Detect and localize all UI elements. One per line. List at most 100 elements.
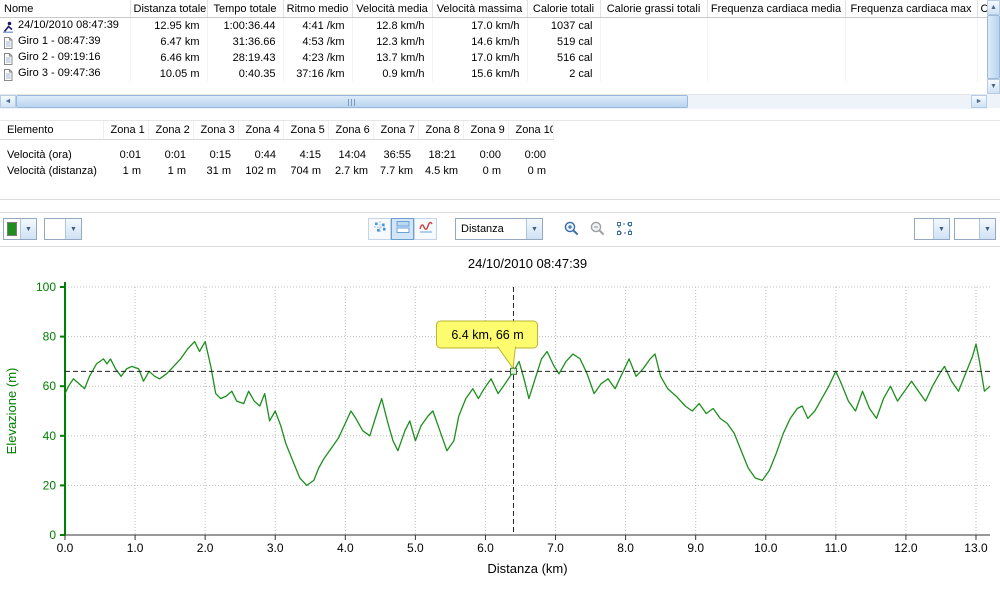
x-tick-label: 5.0 (407, 541, 424, 555)
activity-cell: 13.7 km/h (352, 50, 433, 66)
activity-cell (977, 50, 987, 66)
x-axis-select[interactable]: Distanza ▼ (455, 218, 543, 240)
zone-column-header[interactable]: Zona 4 (238, 121, 284, 140)
zone-column-header[interactable]: Zona 8 (418, 121, 464, 140)
activity-cell (845, 66, 978, 82)
line-mode-icon (418, 219, 434, 240)
x-tick-label: 4.0 (337, 541, 354, 555)
activity-column-header[interactable]: C... (977, 0, 987, 18)
activity-icon (2, 21, 16, 33)
activity-cell (707, 50, 846, 66)
cursor-marker[interactable] (509, 367, 517, 375)
activity-header-row: Nome Distanza totale Tempo totale Ritmo med… (0, 0, 987, 18)
lap-icon (2, 53, 16, 65)
y-tick-label: 40 (43, 429, 57, 443)
activity-row[interactable]: 24/10/2010 08:47:39 12.95 km 1:00:36.44 4:4… (0, 17, 987, 34)
table-horizontal-scrollbar[interactable]: ◄ ► (0, 94, 987, 109)
app-window: Nome Distanza totale Tempo totale Ritmo med… (0, 0, 1000, 594)
chart-mode-markers-button[interactable] (368, 218, 391, 240)
zone-cell: 1 m (167, 165, 186, 177)
zone-cell: 704 m (290, 165, 321, 177)
zoom-fit-button[interactable] (613, 219, 636, 242)
activity-row[interactable]: Giro 2 - 09:19:16 6.46 km 28:19.43 4:23 /km… (0, 50, 987, 66)
zoom-fit-icon (616, 220, 633, 242)
zoom-out-button[interactable] (586, 219, 609, 242)
zone-row[interactable]: Velocità (distanza) 1 m 1 m 31 m 102 m 704 m 2… (0, 163, 553, 179)
zone-column-header[interactable]: Zona 5 (283, 121, 329, 140)
scroll-up-icon: ▲ (990, 4, 997, 11)
activity-cell: 31:36.66 (207, 34, 284, 50)
x-tick-label: 11.0 (825, 541, 848, 555)
horizontal-scroll-thumb[interactable] (16, 95, 688, 108)
zone-cell: 0:01 (164, 149, 186, 161)
activity-row[interactable]: Giro 1 - 08:47:39 6.47 km 31:36.66 4:53 /km… (0, 34, 987, 50)
activity-row[interactable]: Giro 3 - 09:47:36 10.05 m 0:40.35 37:16 /km… (0, 66, 987, 82)
right-option-value-1 (915, 219, 933, 239)
zone-table-section: Elemento Zona 1 Zona 2 Zona 3 Zona 4 Zona 5 Zo… (0, 120, 1000, 200)
vertical-scroll-thumb[interactable] (987, 15, 1000, 79)
chart-mode-line-button[interactable] (414, 218, 437, 240)
activity-cell: 17.0 km/h (432, 17, 528, 34)
activity-cell: 1037 cal (527, 17, 601, 34)
x-tick-label: 8.0 (617, 541, 634, 555)
zone-column-header[interactable]: Zona 3 (193, 121, 239, 140)
activity-column-header[interactable]: Velocità massima (432, 0, 528, 18)
activity-cell (845, 17, 978, 34)
zone-column-header[interactable]: Zona 10 (508, 121, 554, 140)
activity-column-header[interactable]: Distanza totale (130, 0, 208, 18)
activity-column-header[interactable]: Velocità media (352, 0, 433, 18)
scroll-down-button[interactable]: ▼ (987, 79, 1000, 94)
scroll-left-button[interactable]: ◄ (0, 95, 16, 108)
chart-mode-bands-button[interactable] (391, 218, 414, 240)
table-vertical-scrollbar[interactable]: ▲ ▼ (987, 0, 1000, 94)
zone-cell: 4.5 km (425, 165, 459, 177)
x-axis-label: Distanza (km) (487, 561, 567, 576)
chevron-down-icon: ▼ (526, 219, 542, 239)
activity-column-header[interactable]: Tempo totale (207, 0, 284, 18)
zone-column-header[interactable]: Zona 2 (148, 121, 194, 140)
scroll-left-icon: ◄ (4, 98, 12, 105)
activity-cell (845, 34, 978, 50)
tooltip-pointer (497, 346, 516, 369)
zone-column-header[interactable]: Zona 9 (463, 121, 509, 140)
zone-column-header[interactable]: Zona 1 (103, 121, 149, 140)
activity-cell (600, 34, 708, 50)
elevation-chart[interactable]: 24/10/2010 08:47:39 0 20 40 60 80 100 0.0 1.0 2.0… (0, 250, 1000, 594)
lap-icon (2, 69, 16, 81)
zone-row[interactable]: Velocità (ora) 0:01 0:01 0:15 0:44 4:15 14:04 3… (0, 140, 553, 164)
zoom-in-button[interactable] (560, 219, 583, 242)
scroll-up-button[interactable]: ▲ (987, 0, 1000, 15)
elevation-series-line (64, 340, 991, 487)
zone-cell: 14:04 (338, 149, 366, 161)
activity-column-header[interactable]: Nome (0, 0, 131, 18)
y-tick-label: 20 (43, 478, 57, 492)
y-tick-label: 80 (43, 330, 57, 344)
activity-name: Giro 2 - 09:19:16 (18, 51, 101, 63)
activity-cell: 10.05 m (130, 66, 208, 82)
x-tick-label: 7.0 (547, 541, 564, 555)
y-tick-label: 0 (49, 528, 56, 542)
activity-name-cell: 24/10/2010 08:47:39 (0, 17, 131, 34)
activity-column-header[interactable]: Calorie totali (527, 0, 601, 18)
zone-table: Elemento Zona 1 Zona 2 Zona 3 Zona 4 Zona 5 Zo… (0, 121, 554, 179)
activity-column-header[interactable]: Frequenza cardiaca media (707, 0, 846, 18)
right-option-select-2[interactable]: ▼ (954, 218, 996, 240)
scroll-right-button[interactable]: ► (971, 95, 987, 108)
activity-cell (977, 66, 987, 82)
activity-column-header[interactable]: Calorie grassi totali (600, 0, 708, 18)
activity-cell: 6.47 km (130, 34, 208, 50)
x-tick-label: 3.0 (267, 541, 284, 555)
zone-column-header[interactable]: Zona 7 (373, 121, 419, 140)
zone-column-header[interactable]: Zona 6 (328, 121, 374, 140)
activity-cell: 0.9 km/h (352, 66, 433, 82)
zone-element-header[interactable]: Elemento (0, 121, 104, 140)
right-option-select-1[interactable]: ▼ (914, 218, 950, 240)
y-tick-label: 60 (43, 379, 57, 393)
activity-column-header[interactable]: Ritmo medio (283, 0, 353, 18)
secondary-series-select[interactable]: ▼ (44, 218, 82, 240)
activity-column-header[interactable]: Frequenza cardiaca max (845, 0, 978, 18)
x-tick-label: 2.0 (197, 541, 214, 555)
activity-name: Giro 1 - 08:47:39 (18, 35, 101, 47)
scroll-down-icon: ▼ (990, 83, 997, 90)
series-color-select[interactable]: ▼ (3, 218, 37, 240)
